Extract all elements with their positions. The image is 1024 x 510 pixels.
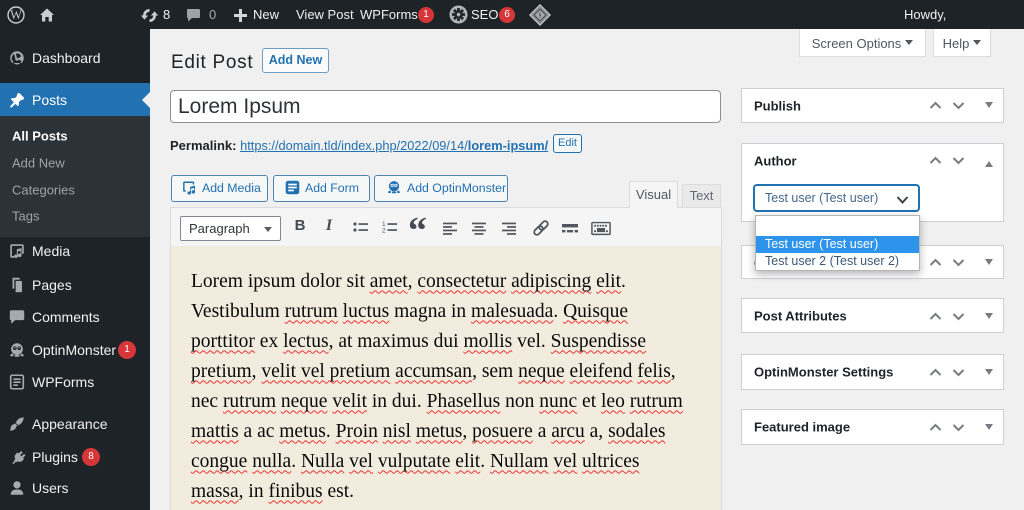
svg-text:2: 2 (382, 228, 386, 235)
svg-text:W: W (10, 8, 22, 22)
